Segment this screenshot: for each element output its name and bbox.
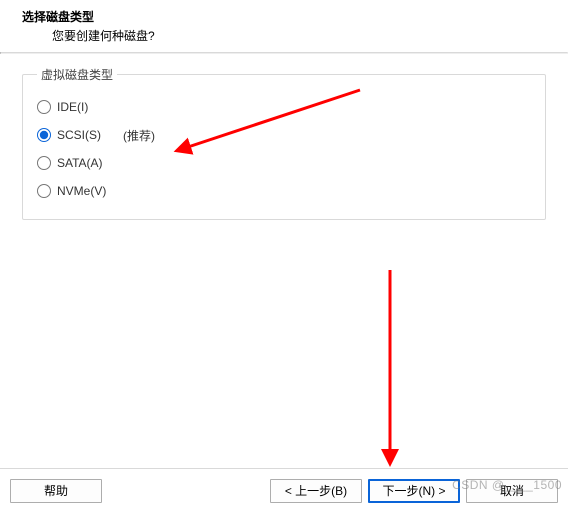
option-nvme[interactable]: NVMe(V) <box>35 177 533 205</box>
disk-type-group: 虚拟磁盘类型 IDE(I) SCSI(S) (推荐) SATA(A) NVMe(… <box>22 66 546 220</box>
radio-sata-label[interactable]: SATA(A) <box>57 156 103 170</box>
content-area: 虚拟磁盘类型 IDE(I) SCSI(S) (推荐) SATA(A) NVMe(… <box>0 54 568 220</box>
page-subtitle: 您要创建何种磁盘? <box>22 27 568 44</box>
disk-type-legend: 虚拟磁盘类型 <box>37 66 117 83</box>
next-button[interactable]: 下一步(N) > <box>368 479 460 503</box>
radio-ide[interactable] <box>37 100 51 114</box>
radio-scsi-label[interactable]: SCSI(S) <box>57 128 101 142</box>
radio-scsi[interactable] <box>37 128 51 142</box>
help-button[interactable]: 帮助 <box>10 479 102 503</box>
radio-ide-label[interactable]: IDE(I) <box>57 100 88 114</box>
option-sata[interactable]: SATA(A) <box>35 149 533 177</box>
page-title: 选择磁盘类型 <box>22 8 568 25</box>
radio-sata[interactable] <box>37 156 51 170</box>
wizard-footer: 帮助 < 上一步(B) 下一步(N) > 取消 <box>0 468 568 512</box>
option-scsi[interactable]: SCSI(S) (推荐) <box>35 121 533 149</box>
option-ide[interactable]: IDE(I) <box>35 93 533 121</box>
back-button[interactable]: < 上一步(B) <box>270 479 362 503</box>
recommended-tag: (推荐) <box>123 127 155 144</box>
radio-nvme[interactable] <box>37 184 51 198</box>
radio-nvme-label[interactable]: NVMe(V) <box>57 184 106 198</box>
wizard-header: 选择磁盘类型 您要创建何种磁盘? <box>0 0 568 52</box>
cancel-button[interactable]: 取消 <box>466 479 558 503</box>
